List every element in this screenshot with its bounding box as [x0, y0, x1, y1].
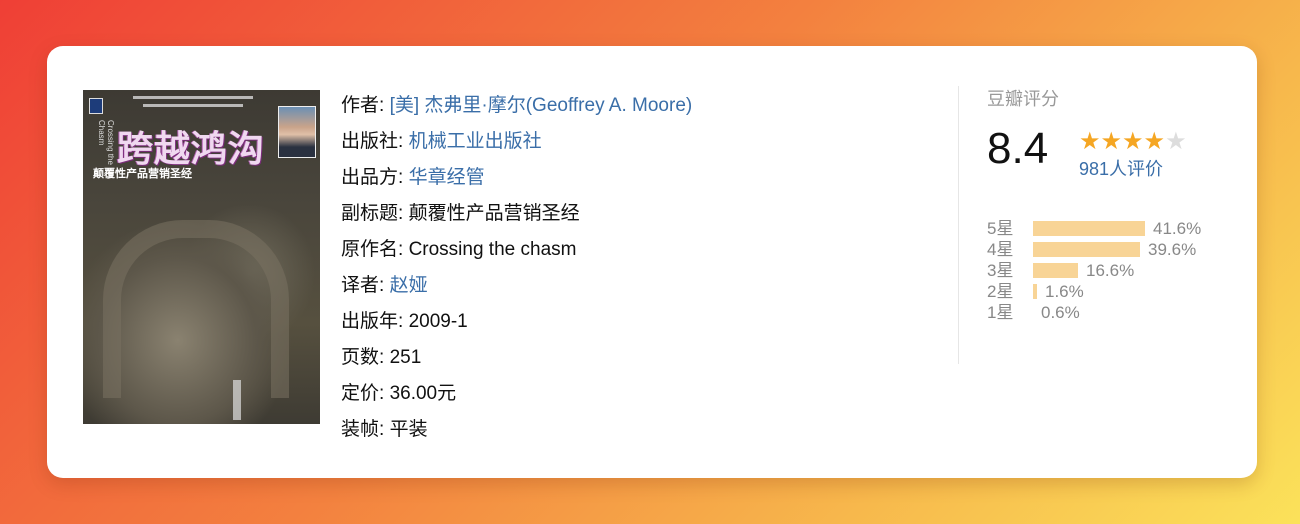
detail-row: 出品方: 华章经管 — [341, 160, 941, 196]
detail-value-link[interactable]: 华章经管 — [409, 167, 485, 188]
rating-bar-label: 1星 — [987, 303, 1014, 322]
detail-value: 平装 — [389, 419, 428, 440]
rating-bar-percent: 41.6% — [1153, 219, 1202, 238]
detail-label: 装帧: — [341, 419, 390, 440]
book-info-card: Crossing the Chasm 跨越鸿沟 颠覆性产品营销圣经 作者: [美… — [47, 46, 1257, 478]
detail-label: 原作名: — [341, 239, 409, 260]
detail-label: 出品方: — [341, 167, 409, 188]
rating-bar-label: 4星 — [987, 240, 1014, 259]
rating-bar — [1033, 221, 1145, 236]
book-cover-image[interactable]: Crossing the Chasm 跨越鸿沟 颠覆性产品营销圣经 — [83, 90, 320, 424]
star-icon: ★ — [1165, 128, 1187, 155]
detail-label: 出版社: — [341, 131, 409, 152]
rating-bar-label: 3星 — [987, 261, 1014, 280]
detail-label: 页数: — [341, 347, 390, 368]
rating-score: 8.4 — [987, 124, 1049, 173]
detail-value-link[interactable]: 机械工业出版社 — [409, 131, 542, 152]
douban-rating-panel: 豆瓣评分 8.4 ★★★★★ 981人评价 5星 41.6% 4星 39.6% 3星 16… — [987, 86, 1247, 322]
cover-arch-art — [103, 220, 289, 398]
cover-subtitle: 颠覆性产品营销圣经 — [93, 168, 192, 180]
detail-row: 副标题: 颠覆性产品营销圣经 — [341, 196, 941, 232]
detail-label: 出版年: — [341, 311, 409, 332]
rating-bar — [1033, 284, 1037, 299]
detail-value-link[interactable]: [美] 杰弗里·摩尔(Geoffrey A. Moore) — [390, 95, 693, 116]
star-icon: ★ — [1122, 128, 1144, 155]
star-icon: ★ — [1143, 128, 1166, 155]
rating-bar — [1033, 263, 1078, 278]
cover-publisher-mark — [233, 380, 241, 420]
detail-value-link[interactable]: 赵娅 — [390, 275, 428, 296]
rating-bar-percent: 0.6% — [1041, 303, 1080, 322]
detail-row: 原作名: Crossing the chasm — [341, 232, 941, 268]
detail-value: 2009-1 — [408, 311, 468, 332]
star-icon: ★ — [1100, 128, 1123, 155]
detail-row: 装帧: 平装 — [341, 412, 941, 448]
rating-bar — [1033, 242, 1140, 257]
detail-row: 页数: 251 — [341, 340, 941, 376]
detail-row: 作者: [美] 杰弗里·摩尔(Geoffrey A. Moore) — [341, 88, 941, 124]
detail-value: 36.00元 — [389, 383, 457, 404]
detail-label: 副标题: — [341, 203, 409, 224]
detail-value: Crossing the chasm — [408, 239, 577, 260]
publisher-logo-icon — [89, 98, 103, 114]
rating-bar-label: 5星 — [987, 219, 1014, 238]
rating-bar-percent: 1.6% — [1045, 282, 1084, 301]
detail-label: 定价: — [341, 383, 390, 404]
detail-row: 出版社: 机械工业出版社 — [341, 124, 941, 160]
detail-value: 251 — [389, 347, 422, 368]
rating-count-link[interactable]: 981人评价 — [1079, 158, 1163, 180]
detail-row: 出版年: 2009-1 — [341, 304, 941, 340]
detail-row: 译者: 赵娅 — [341, 268, 941, 304]
rating-bar-percent: 39.6% — [1148, 240, 1197, 259]
rating-bar-label: 2星 — [987, 282, 1014, 301]
author-photo — [278, 106, 316, 158]
rating-title: 豆瓣评分 — [987, 89, 1059, 109]
detail-value: 颠覆性产品营销圣经 — [408, 203, 580, 224]
star-icon: ★ — [1079, 128, 1101, 155]
book-details: 作者: [美] 杰弗里·摩尔(Geoffrey A. Moore) 出版社: 机械… — [341, 88, 941, 448]
rating-stars: ★★★★★ — [1079, 128, 1187, 156]
detail-label: 作者: — [341, 95, 390, 116]
detail-row: 定价: 36.00元 — [341, 376, 941, 412]
divider — [958, 86, 959, 364]
detail-label: 译者: — [341, 275, 390, 296]
rating-bar-percent: 16.6% — [1086, 261, 1135, 280]
